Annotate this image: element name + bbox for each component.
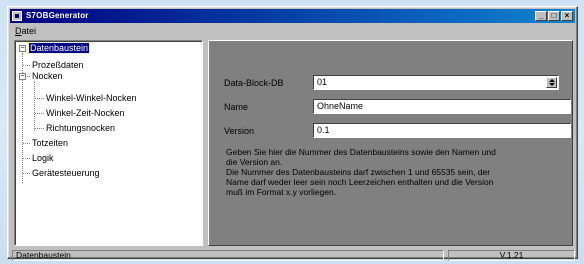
menu-datei[interactable]: Datei [12, 26, 39, 36]
minimize-button[interactable]: _ [535, 11, 547, 21]
version-input[interactable]: 0.1 [313, 123, 571, 138]
help-line: Name darf weder leer sein noch Leerzeich… [226, 177, 494, 187]
help-line: Geben Sie hier die Nummer des Datenbaust… [226, 147, 496, 157]
spinner-arrows-icon[interactable] [546, 77, 557, 88]
tree-item-label: Prozeßdaten [32, 60, 84, 70]
tree-item-totzeiten[interactable]: Totzeiten [32, 138, 68, 149]
tree-item-geraetesteuerung[interactable]: Gerätesteuerung [32, 168, 100, 179]
help-line: Die Nummer des Datenbausteins darf zwisc… [226, 167, 491, 177]
tree-item-label: Gerätesteuerung [32, 168, 100, 178]
tree-line [23, 65, 30, 66]
tree-item-label: Richtungsnocken [46, 123, 116, 133]
properties-panel: Data-Block-DB 01 Name OhneName Version 0… [208, 40, 573, 246]
data-block-value: 01 [317, 77, 328, 87]
tree-line [27, 76, 30, 77]
tree-line [35, 98, 44, 99]
menu-datei-label: atei [21, 26, 37, 36]
tree-item-prozessdaten[interactable]: Prozeßdaten [32, 60, 84, 71]
tree-line [23, 173, 30, 174]
help-line: die Version an. [226, 157, 283, 167]
tree-line [23, 158, 30, 159]
tree-item-label: Winkel-Winkel-Nocken [46, 93, 137, 103]
version-label: Version [224, 126, 255, 136]
status-bar: Datenbaustein V.1.21 [12, 250, 575, 262]
maximize-button[interactable]: □ [548, 11, 560, 21]
tree-item-label: Totzeiten [32, 138, 69, 148]
app-window: S7OBGenerator _ □ × Datei − Datenbaustei… [7, 6, 578, 262]
tree-item-label: Nocken [32, 71, 63, 81]
close-button[interactable]: × [561, 11, 573, 21]
tree-line [23, 143, 30, 144]
window-title: S7OBGenerator [26, 11, 89, 20]
tree-line [35, 128, 44, 129]
help-line: muß im Format x.y vorliegen. [226, 187, 337, 197]
navigation-tree[interactable]: − Datenbaustein Prozeßdaten − Nocken Win… [14, 40, 203, 246]
tree-item-winkel-winkel-nocken[interactable]: Winkel-Winkel-Nocken [46, 93, 137, 104]
collapse-icon[interactable]: − [19, 73, 26, 80]
data-block-label: Data-Block-DB [224, 78, 284, 88]
status-section-text: Datenbaustein [12, 250, 444, 261]
tree-item-nocken[interactable]: Nocken [32, 71, 63, 82]
tree-line [35, 113, 44, 114]
name-label: Name [224, 102, 249, 112]
help-text: Geben Sie hier die Nummer des Datenbaust… [226, 147, 566, 197]
tree-item-label: Winkel-Zeit-Nocken [46, 108, 125, 118]
tree-item-logik[interactable]: Logik [32, 153, 54, 164]
tree-item-datenbaustein[interactable]: Datenbaustein [27, 42, 91, 54]
tree-line [34, 81, 35, 131]
data-block-db-spinner[interactable]: 01 [313, 75, 559, 90]
name-value: OhneName [317, 101, 364, 111]
tree-item-label: Datenbaustein [27, 42, 91, 54]
version-value: 0.1 [317, 125, 330, 135]
collapse-icon[interactable]: − [19, 45, 26, 52]
tree-item-label: Logik [32, 153, 54, 163]
name-input[interactable]: OhneName [313, 99, 571, 114]
menu-bar: Datei [12, 25, 39, 37]
app-icon[interactable] [12, 11, 22, 21]
tree-item-richtungsnocken[interactable]: Richtungsnocken [46, 123, 115, 134]
status-version: V.1.21 [448, 250, 575, 261]
title-bar[interactable]: S7OBGenerator _ □ × [10, 9, 575, 23]
tree-item-winkel-zeit-nocken[interactable]: Winkel-Zeit-Nocken [46, 108, 125, 119]
